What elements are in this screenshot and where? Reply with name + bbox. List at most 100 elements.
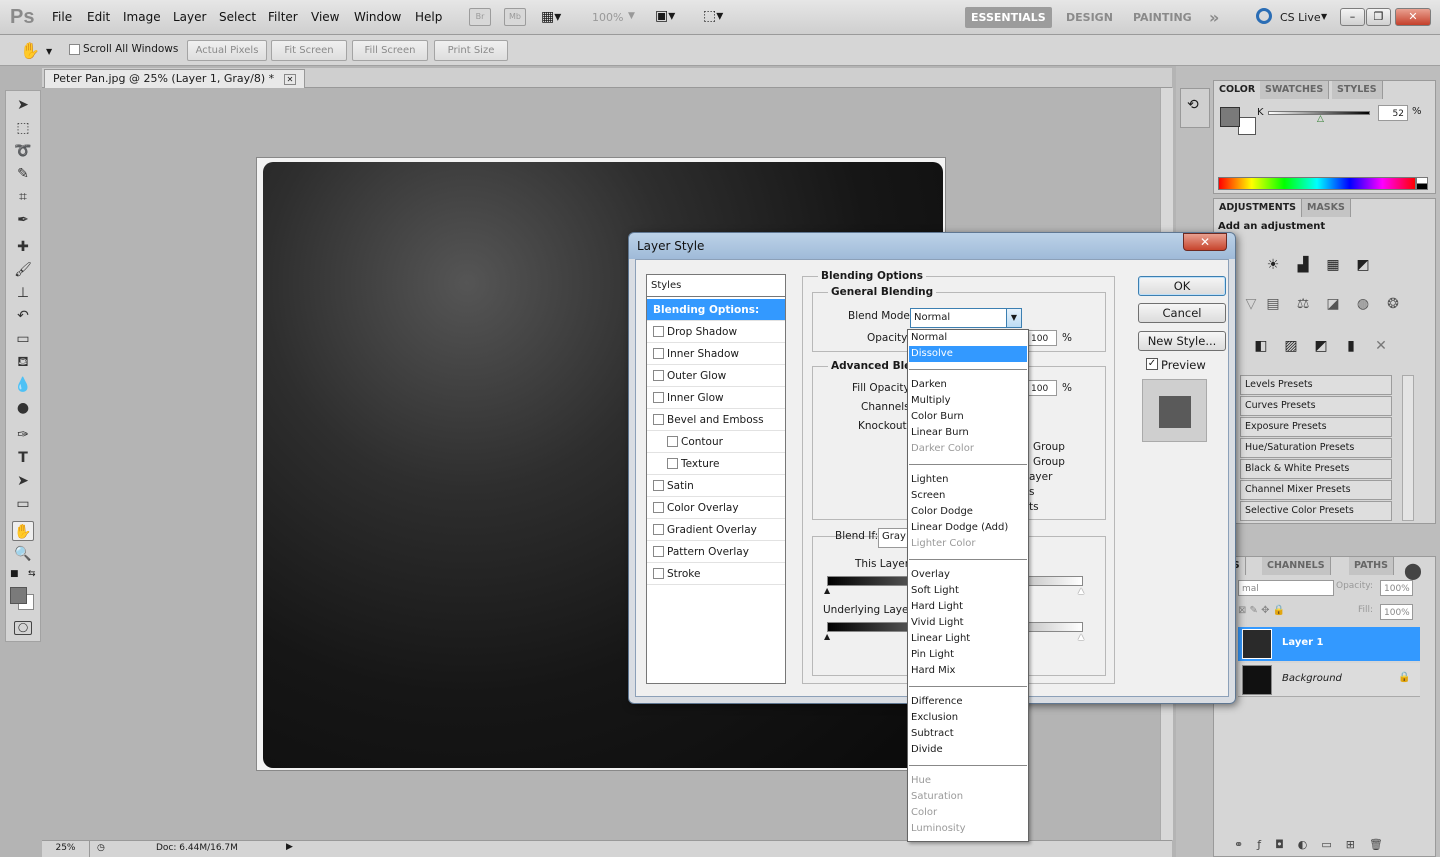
cs-live-icon[interactable] [1256,8,1272,24]
style-checkbox[interactable] [653,392,664,403]
default-colors-icon[interactable]: ■ [10,569,19,579]
eyedropper-tool-icon[interactable]: ✒ [12,210,34,230]
blend-mode-option[interactable]: Lighten [909,472,1027,488]
blend-mode-option[interactable]: Darken [909,377,1027,393]
menu-window[interactable]: Window [354,10,401,24]
blend-mode-option[interactable]: Normal [909,330,1027,346]
layers-fill-input[interactable]: 100% [1380,604,1413,620]
status-menu-arrow-icon[interactable]: ▶ [286,842,293,852]
preset-black-white[interactable]: Black & White Presets [1240,459,1392,479]
background-color-swatch[interactable] [1238,117,1256,135]
lasso-tool-icon[interactable]: ➰ [12,141,34,161]
presets-scrollbar[interactable] [1402,375,1414,521]
hand-tool-icon[interactable]: ✋ [12,521,34,541]
paint-bucket-tool-icon[interactable]: ⛾ [12,352,34,372]
chevron-down-icon[interactable]: ▼ [46,47,52,56]
opacity-input[interactable]: 100 [1027,330,1057,346]
panel-menu-icon[interactable]: ⬤ [1404,561,1422,580]
marquee-tool-icon[interactable]: ⬚ [12,118,34,138]
tab-color[interactable]: COLOR [1214,81,1262,99]
dodge-tool-icon[interactable]: ● [12,398,34,418]
styles-header[interactable]: Styles [647,275,785,297]
screen-mode-icon[interactable]: ⬚▾ [703,8,723,24]
levels-icon[interactable]: ▟ [1292,254,1314,276]
blend-mode-option[interactable]: Divide [909,742,1027,758]
clone-stamp-tool-icon[interactable]: ⊥ [12,283,34,303]
blend-mode-option[interactable]: Linear Light [909,631,1027,647]
blend-mode-option[interactable]: Soft Light [909,583,1027,599]
style-item[interactable]: Gradient Overlay [647,519,785,541]
fill-screen-button[interactable]: Fill Screen [352,40,428,61]
status-info-icon[interactable]: ◷ [97,843,105,853]
menu-help[interactable]: Help [415,10,442,24]
swap-colors-icon[interactable]: ⇆ [28,569,36,579]
photo-filter-icon[interactable]: ◍ [1352,293,1374,315]
style-item[interactable]: Inner Glow [647,387,785,409]
blend-mode-option[interactable]: Vivid Light [909,615,1027,631]
color-spectrum-bar[interactable] [1218,177,1416,190]
blend-mode-option[interactable]: Subtract [909,726,1027,742]
layer-row-layer-1[interactable]: Layer 1 [1238,627,1420,661]
style-checkbox[interactable] [653,502,664,513]
selective-color-icon[interactable]: ✕ [1370,335,1392,357]
style-item[interactable]: Texture [647,453,785,475]
style-item[interactable]: Satin [647,475,785,497]
layer-blend-mode-select[interactable]: mal [1238,580,1334,596]
slider-black-handle-icon[interactable]: ▲ [824,586,830,595]
zoom-tool-icon[interactable]: 🔍 [12,544,34,564]
blend-mode-option[interactable]: Hard Light [909,599,1027,615]
tab-paths[interactable]: PATHS [1349,557,1394,575]
restore-button[interactable]: ❐ [1366,8,1391,26]
blend-mode-option[interactable]: Lighter Color [909,536,1027,552]
quick-mask-icon[interactable]: ◯ [14,621,32,635]
blend-interior-label[interactable]: Group [1033,441,1065,453]
preset-hue-saturation[interactable]: Hue/Saturation Presets [1240,438,1392,458]
tab-masks[interactable]: MASKS [1302,199,1351,217]
blend-mode-option[interactable]: Saturation [909,789,1027,805]
tab-adjustments[interactable]: ADJUSTMENTS [1214,199,1303,217]
brush-tool-icon[interactable]: 🖌 [12,260,34,280]
blend-mode-option[interactable]: Color [909,805,1027,821]
blend-mode-option[interactable]: Hard Mix [909,663,1027,679]
brightness-contrast-icon[interactable]: ☀ [1262,254,1284,276]
color-balance-icon[interactable]: ⚖ [1292,293,1314,315]
zoom-readout[interactable]: 25% [42,841,90,857]
workspace-more-icon[interactable]: » [1209,8,1219,27]
tab-channels[interactable]: CHANNELS [1262,557,1331,575]
history-brush-tool-icon[interactable]: ↶ [12,306,34,326]
preset-levels[interactable]: Levels Presets [1240,375,1392,395]
hand-tool-icon[interactable]: ✋ [20,41,40,60]
layer-mask-hides-label[interactable]: s [1029,486,1034,498]
posterize-icon[interactable]: ▨ [1280,335,1302,357]
chevron-down-icon[interactable]: ▼ [628,11,635,21]
style-item[interactable]: Outer Glow [647,365,785,387]
style-checkbox[interactable] [653,480,664,491]
invert-icon[interactable]: ◧ [1250,335,1272,357]
actual-pixels-button[interactable]: Actual Pixels [187,40,267,61]
blend-mode-option[interactable]: Screen [909,488,1027,504]
print-size-button[interactable]: Print Size [434,40,508,61]
blend-mode-option[interactable]: Linear Dodge (Add) [909,520,1027,536]
blend-mode-option[interactable]: Dissolve [909,346,1027,362]
cs-live-menu[interactable]: CS Live [1280,11,1321,24]
blend-mode-option[interactable]: Luminosity [909,821,1027,837]
lock-icons[interactable]: ⊠ ✎ ✥ 🔒 [1238,605,1285,616]
workspace-painting[interactable]: PAINTING [1127,7,1198,28]
curves-icon[interactable]: ▦ [1322,254,1344,276]
style-item[interactable]: Inner Shadow [647,343,785,365]
style-item[interactable]: Drop Shadow [647,321,785,343]
chevron-down-icon[interactable]: ▼ [1321,12,1327,21]
move-tool-icon[interactable]: ➤ [12,95,34,115]
style-checkbox[interactable] [653,348,664,359]
style-checkbox[interactable] [653,414,664,425]
blend-mode-option[interactable]: Color Burn [909,409,1027,425]
menu-edit[interactable]: Edit [87,10,110,24]
layers-bottom-icons[interactable]: ⚭ƒ◘◐▭⊞🗑 [1234,838,1397,851]
layers-opacity-input[interactable]: 100% [1380,580,1413,596]
style-item[interactable]: Contour [647,431,785,453]
ok-button[interactable]: OK [1138,276,1226,296]
menu-file[interactable]: File [52,10,72,24]
crop-tool-icon[interactable]: ⌗ [12,187,34,207]
style-item[interactable]: Blending Options: Default [647,299,785,338]
arrange-documents-icon[interactable]: ▣▾ [655,8,675,24]
